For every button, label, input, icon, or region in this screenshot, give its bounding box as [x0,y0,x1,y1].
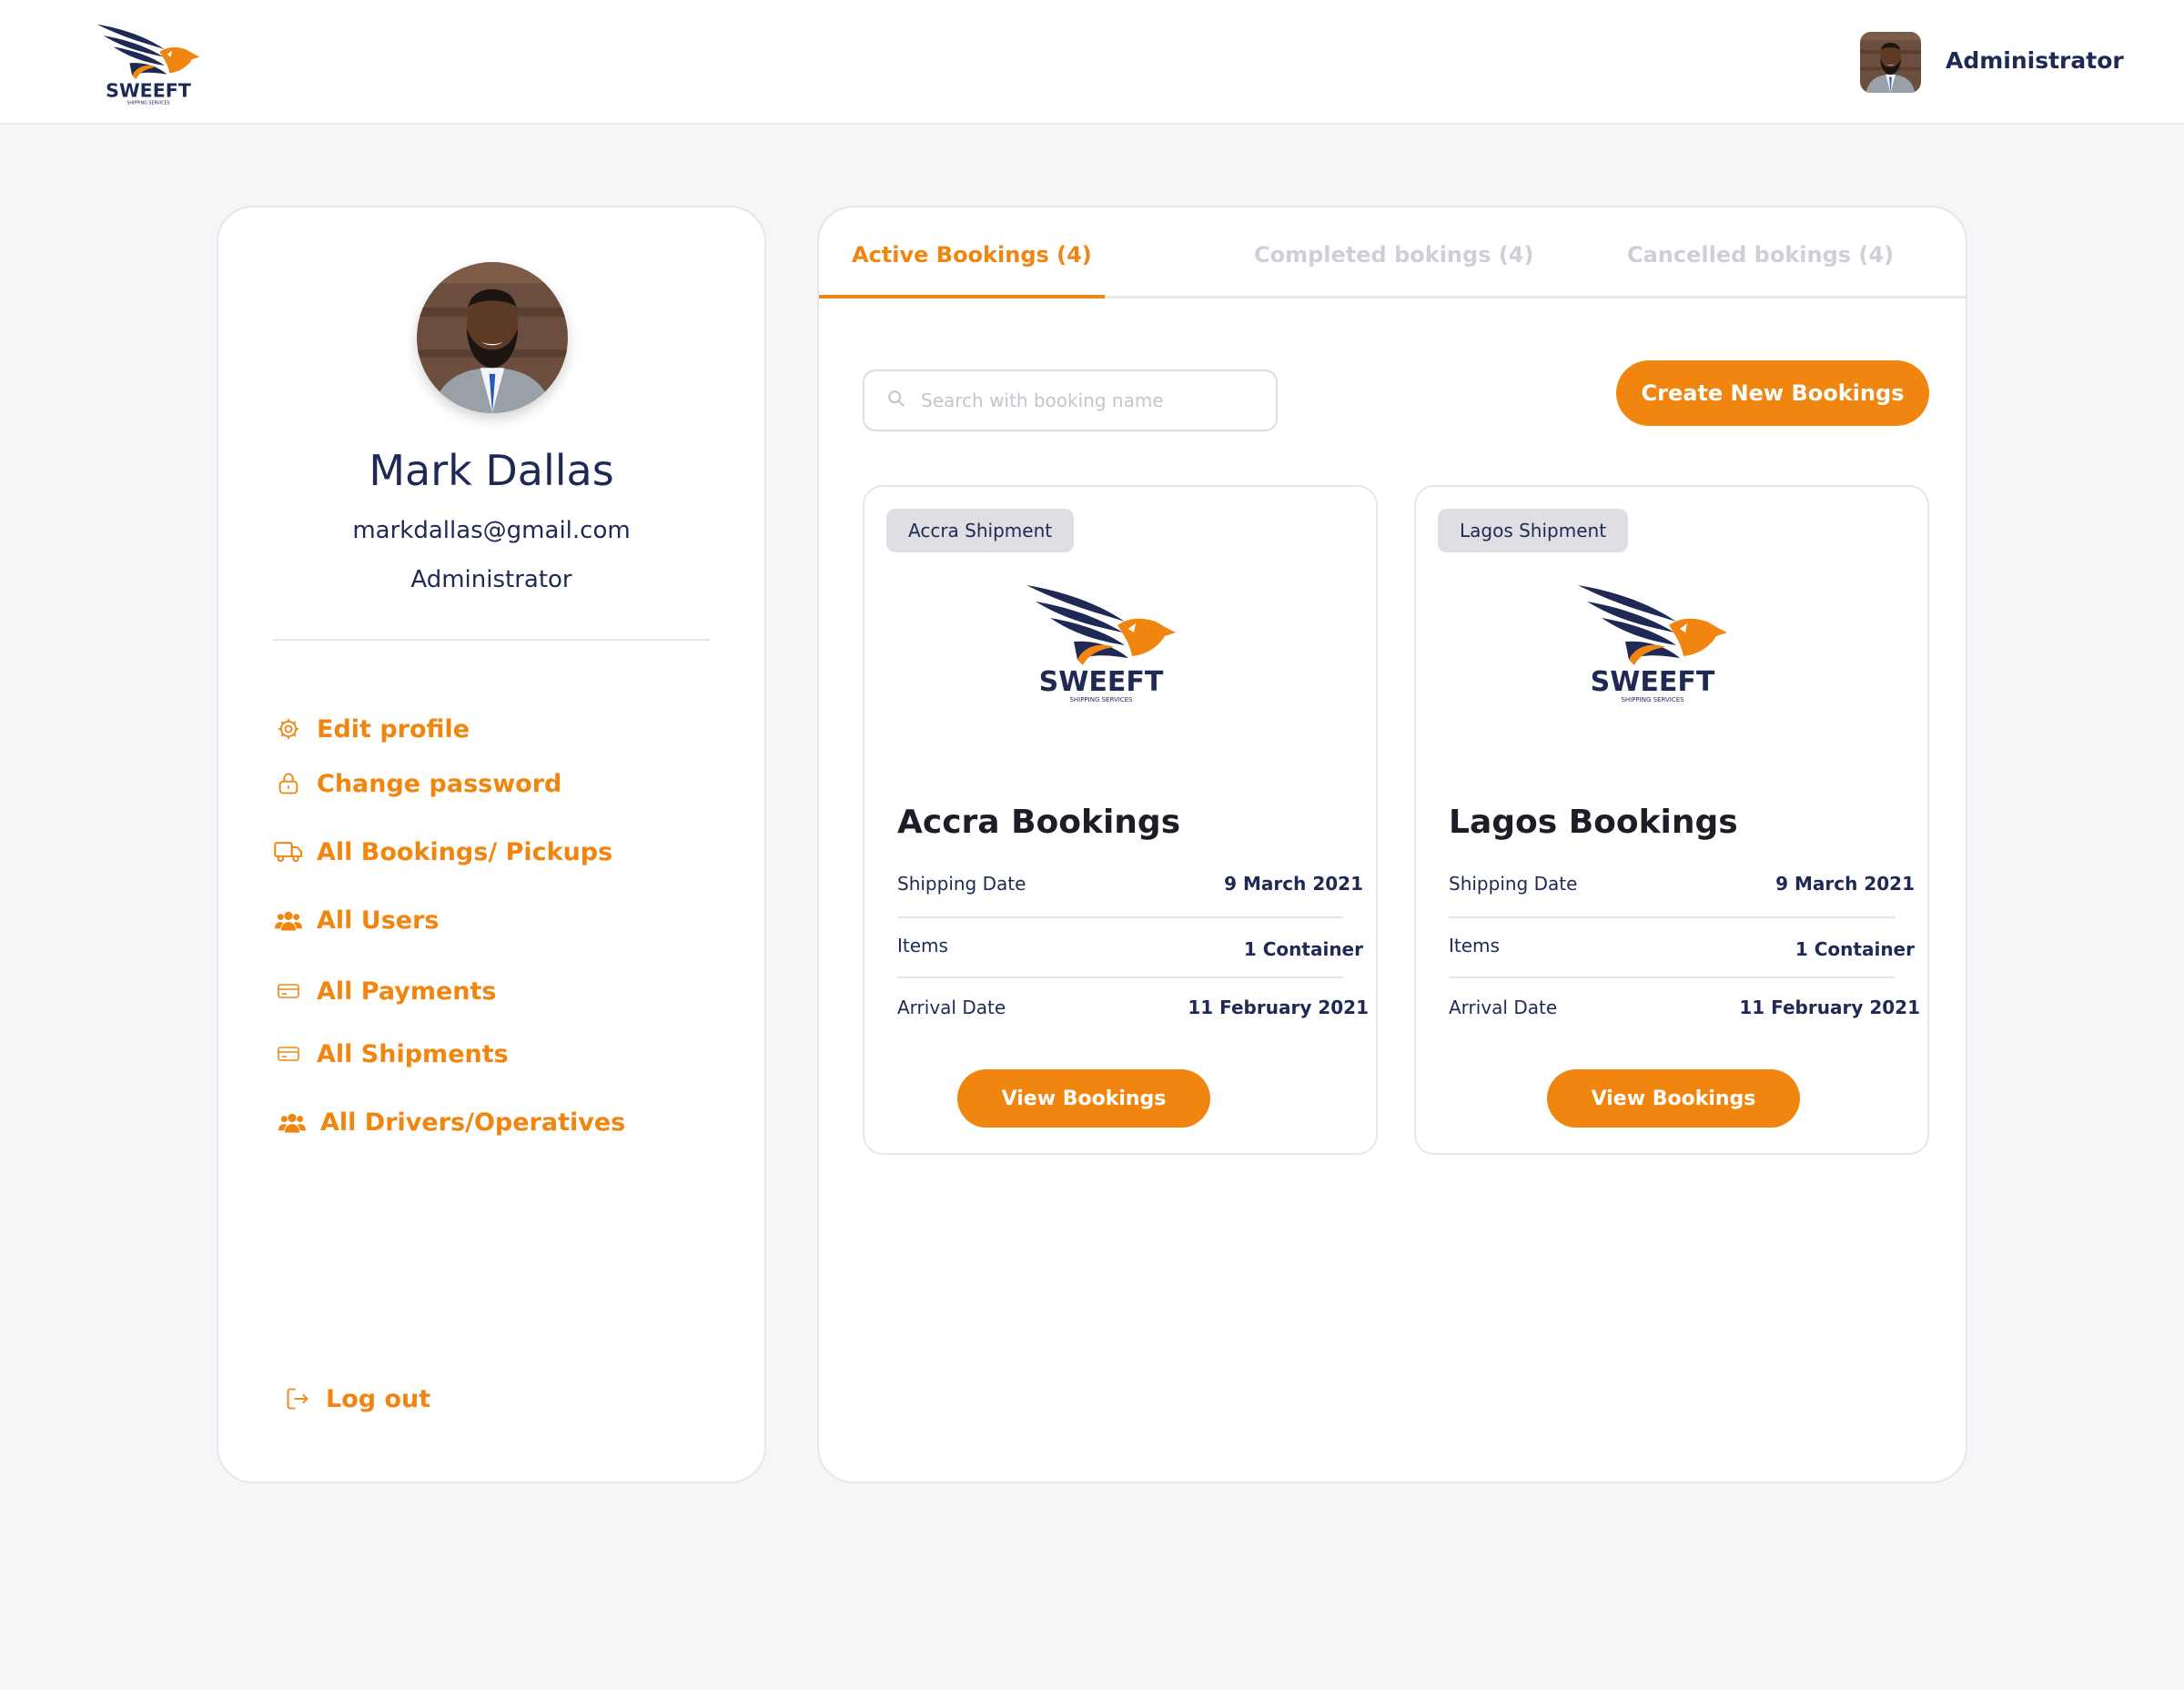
booking-row-arrival-date: Arrival Date 11 February 2021 [1449,997,1920,1018]
menu-item-all-users[interactable]: All Users [273,905,440,936]
tabs-bar: Active Bookings (4) Completed bokings (4… [819,207,1966,299]
view-bookings-button[interactable]: View Bookings [1547,1069,1800,1128]
menu-item-all-payments[interactable]: All Payments [273,976,497,1007]
sweeft-logo [1574,582,1731,703]
row-value: 1 Container [1795,938,1915,960]
booking-row-items: Items 1 Container [897,935,1363,960]
booking-card: Lagos Shipment Lagos Bookings Shipping D… [1414,485,1929,1155]
row-divider [1449,977,1895,978]
tab-cancelled-bookings[interactable]: Cancelled bokings (4) [1627,242,1894,268]
logout-icon [282,1383,313,1414]
menu-item-label: All Shipments [317,1039,509,1068]
booking-row-shipping-date: Shipping Date 9 March 2021 [1449,873,1915,895]
menu-item-label: All Payments [317,977,497,1006]
truck-icon [273,836,304,867]
row-label: Shipping Date [1449,873,1578,895]
menu-item-all-drivers[interactable]: All Drivers/Operatives [277,1107,625,1138]
bookings-panel: Active Bookings (4) Completed bokings (4… [817,206,1967,1483]
booking-row-items: Items 1 Container [1449,935,1915,960]
tab-completed-bookings[interactable]: Completed bokings (4) [1254,242,1533,268]
gear-icon [273,713,304,744]
menu-item-label: Change password [317,769,562,798]
users-icon [277,1107,308,1138]
row-divider [897,916,1343,918]
menu-item-change-password[interactable]: Change password [273,768,561,799]
sweeft-logo[interactable] [95,22,202,106]
sweeft-logo [1023,582,1179,703]
search-box[interactable] [863,369,1278,431]
search-icon [886,389,906,412]
card-icon [273,1038,304,1069]
search-input[interactable] [921,390,1267,411]
row-value: 1 Container [1243,938,1363,960]
tab-active-bookings[interactable]: Active Bookings (4) [852,242,1092,268]
active-tab-indicator [819,295,1105,299]
menu-item-label: All Drivers/Operatives [320,1108,626,1137]
profile-role: Administrator [410,566,572,593]
profile-email: markdallas@gmail.com [352,517,631,544]
profile-name: Mark Dallas [369,446,614,495]
booking-title: Lagos Bookings [1449,804,1738,841]
menu-item-label: All Bookings/ Pickups [317,837,613,866]
menu-item-all-shipments[interactable]: All Shipments [273,1038,509,1069]
row-value: 11 February 2021 [1188,997,1369,1018]
profile-photo [417,262,568,413]
row-value: 11 February 2021 [1739,997,1920,1018]
row-label: Items [1449,935,1500,956]
menu-item-label: All Users [317,906,440,935]
profile-divider [273,639,710,641]
top-bar: Administrator [0,0,2184,125]
booking-badge: Lagos Shipment [1438,509,1629,552]
row-label: Arrival Date [1449,997,1558,1018]
row-value: 9 March 2021 [1224,873,1363,895]
menu-item-all-bookings[interactable]: All Bookings/ Pickups [273,836,612,867]
booking-row-shipping-date: Shipping Date 9 March 2021 [897,873,1363,895]
booking-row-arrival-date: Arrival Date 11 February 2021 [897,997,1369,1018]
logout-label: Log out [326,1384,431,1413]
card-icon [273,976,304,1007]
header-user-role[interactable]: Administrator [1946,47,2124,74]
row-value: 9 March 2021 [1775,873,1915,895]
row-divider [1449,916,1895,918]
row-label: Arrival Date [897,997,1006,1018]
users-icon [273,905,304,936]
row-label: Items [897,935,948,956]
booking-badge: Accra Shipment [886,509,1075,552]
user-avatar[interactable] [1860,32,1921,93]
row-label: Shipping Date [897,873,1026,895]
menu-item-label: Edit profile [317,714,470,744]
row-divider [897,977,1343,978]
logout-button[interactable]: Log out [282,1383,430,1414]
lock-icon [273,768,304,799]
profile-card: Mark Dallas markdallas@gmail.com Adminis… [217,206,766,1483]
booking-card: Accra Shipment Accra Bookings Shipping D… [863,485,1378,1155]
view-bookings-button[interactable]: View Bookings [957,1069,1210,1128]
create-new-bookings-button[interactable]: Create New Bookings [1616,360,1929,426]
menu-item-edit-profile[interactable]: Edit profile [273,713,470,744]
booking-title: Accra Bookings [897,804,1181,841]
